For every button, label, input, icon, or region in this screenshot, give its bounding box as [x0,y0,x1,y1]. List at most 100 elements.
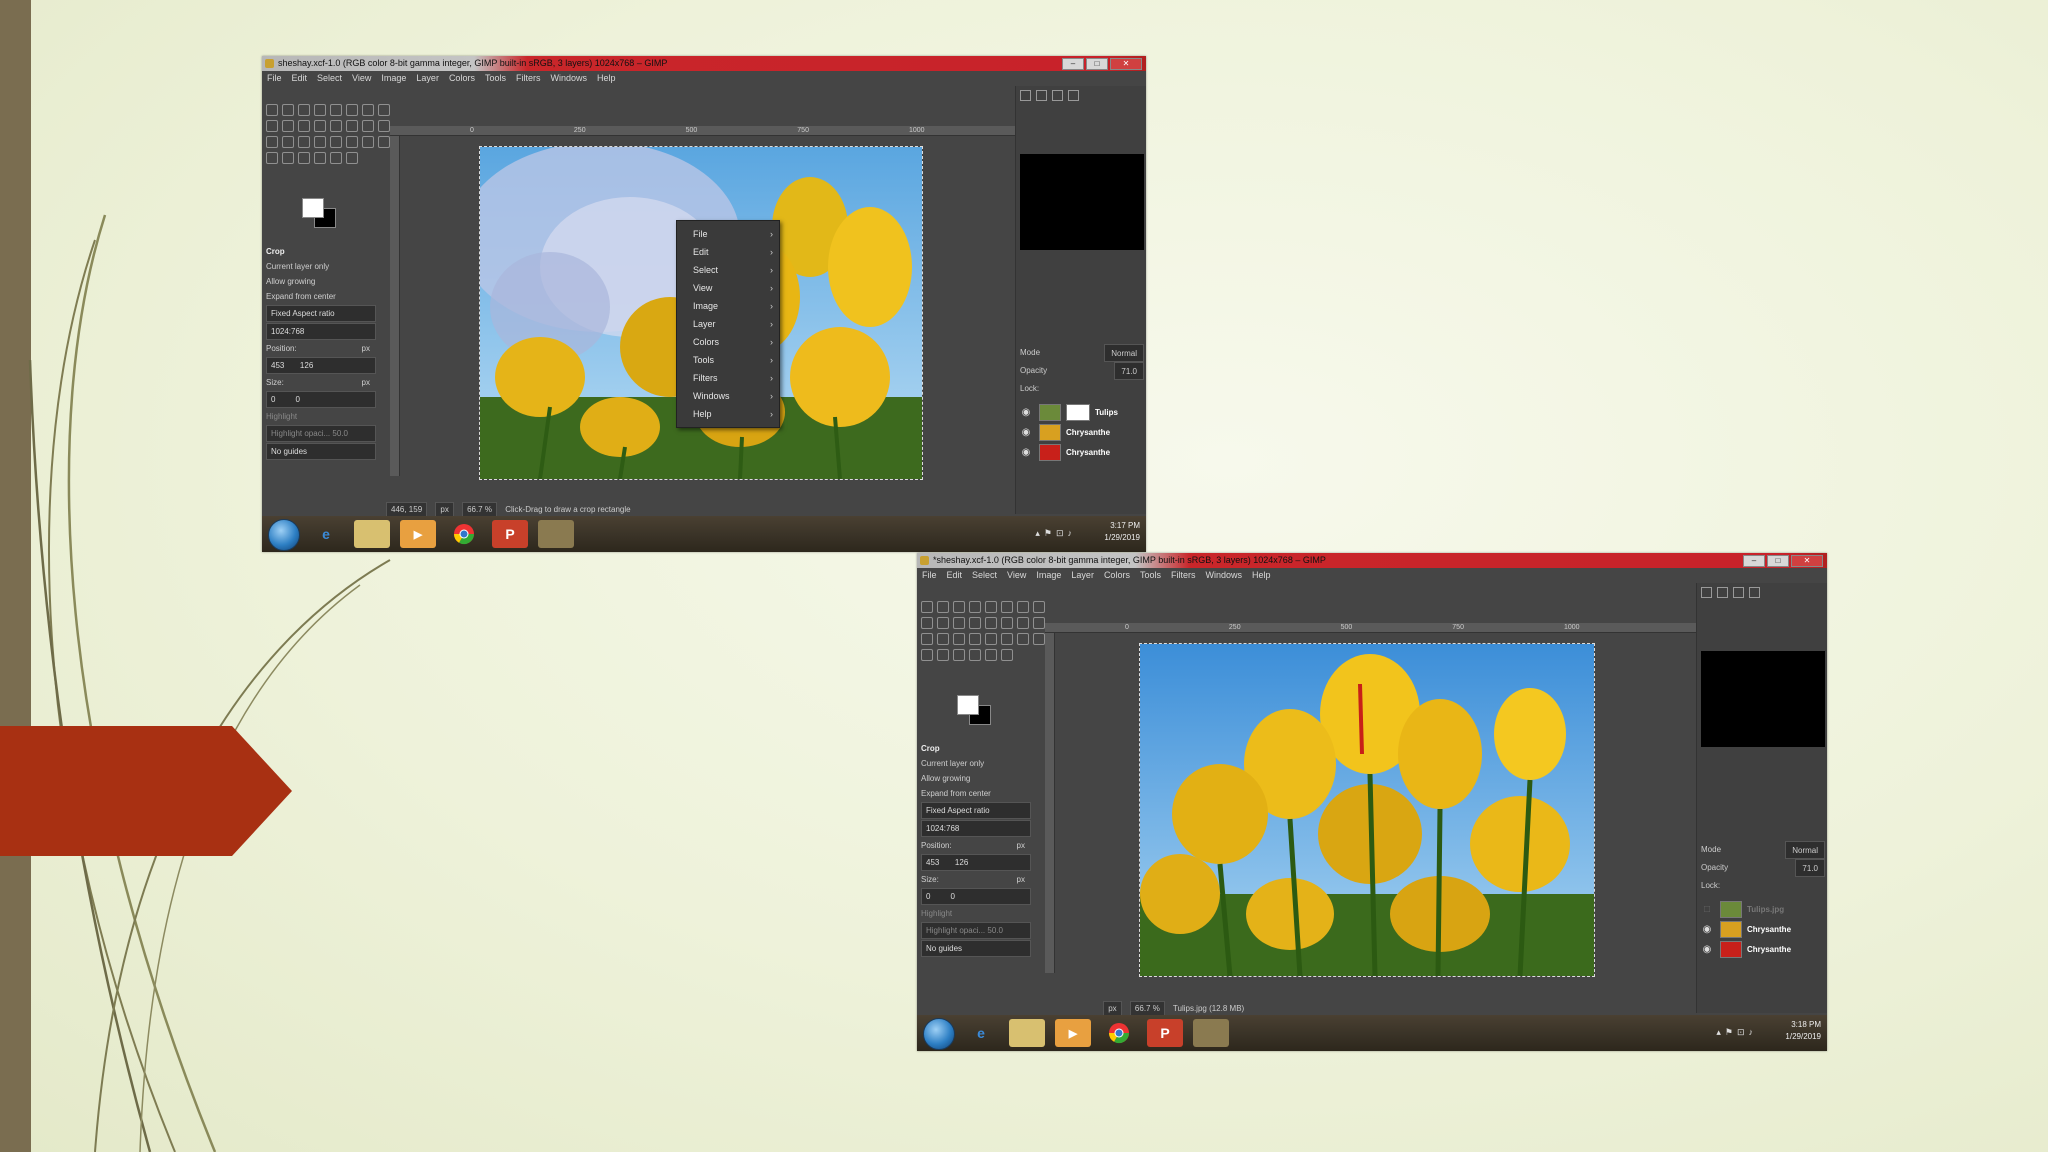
tool-icon[interactable] [282,120,294,132]
tool-icon[interactable] [362,136,374,148]
menu-filters[interactable]: Filters [516,71,541,86]
ie-icon[interactable]: e [308,520,344,548]
tool-icon[interactable] [921,649,933,661]
ctx-colors[interactable]: Colors [677,333,779,351]
tool-icon[interactable] [330,120,342,132]
tool-icon[interactable] [921,617,933,629]
tool-icon[interactable] [969,601,981,613]
current-layer-only-checkbox[interactable]: Current layer only [266,259,376,274]
foreground-color[interactable] [302,198,324,218]
tool-icon[interactable] [953,649,965,661]
ctx-filters[interactable]: Filters [677,369,779,387]
media-player-icon[interactable]: ▶ [400,520,436,548]
fixed-aspect-dropdown[interactable]: Fixed Aspect ratio [266,305,376,322]
tool-icon[interactable] [346,120,358,132]
highlight-opacity-slider[interactable]: Highlight opaci... 50.0 [921,922,1031,939]
size-fields[interactable]: 0 0 [921,888,1031,905]
tool-icon[interactable] [1033,601,1045,613]
hidden-eye-icon[interactable]: □ [1699,904,1715,915]
tool-icon[interactable] [346,152,358,164]
layer-row[interactable]: ◉ Chrysanthe [1699,939,1825,959]
close-button[interactable]: ✕ [1110,58,1142,70]
tool-icon[interactable] [937,649,949,661]
ctx-file[interactable]: File [677,225,779,243]
tool-icon[interactable] [969,633,981,645]
crop-tool-icon[interactable] [969,617,981,629]
chrome-icon[interactable] [446,520,482,548]
size-fields[interactable]: 0 0 [266,391,376,408]
ctx-edit[interactable]: Edit [677,243,779,261]
powerpoint-icon[interactable]: P [1147,1019,1183,1047]
tool-icon[interactable] [1033,633,1045,645]
gimp-taskbar-icon[interactable] [1193,1019,1229,1047]
menu-windows[interactable]: Windows [550,71,587,86]
ctx-help[interactable]: Help [677,405,779,423]
tool-icon[interactable] [330,136,342,148]
tool-icon[interactable] [314,152,326,164]
tool-icon[interactable] [1001,649,1013,661]
tool-icon[interactable] [362,120,374,132]
tool-icon[interactable] [378,120,390,132]
expand-from-center-checkbox[interactable]: Expand from center [921,786,1031,801]
layer-row[interactable]: ◉ Chrysanthe [1018,422,1144,442]
gradient-icon[interactable] [1052,90,1063,101]
tool-icon[interactable] [282,104,294,116]
menu-view[interactable]: View [1007,568,1026,583]
tool-icon[interactable] [282,136,294,148]
position-fields[interactable]: 453 126 [921,854,1031,871]
chrome-icon[interactable] [1101,1019,1137,1047]
tool-icon[interactable] [314,104,326,116]
tool-icon[interactable] [937,617,949,629]
ctx-image[interactable]: Image [677,297,779,315]
image-canvas-tulips[interactable] [1139,643,1595,977]
layer-row[interactable]: ◉ Tulips [1018,402,1144,422]
position-fields[interactable]: 453 126 [266,357,376,374]
aspect-ratio-field[interactable]: 1024:768 [921,820,1031,837]
media-player-icon[interactable]: ▶ [1055,1019,1091,1047]
menu-image[interactable]: Image [381,71,406,86]
menu-select[interactable]: Select [317,71,342,86]
gimp-taskbar-icon[interactable] [538,520,574,548]
highlight-checkbox[interactable]: Highlight [266,409,376,424]
tool-icon[interactable] [298,120,310,132]
brush-icon[interactable] [1020,90,1031,101]
opacity-field[interactable]: 71.0 [1114,362,1144,380]
menu-layer[interactable]: Layer [1071,568,1094,583]
menu-help[interactable]: Help [597,71,616,86]
tool-icon[interactable] [1033,617,1045,629]
tool-icon[interactable] [985,601,997,613]
menu-tools[interactable]: Tools [1140,568,1161,583]
layer-row[interactable]: ◉ Chrysanthe [1018,442,1144,462]
tool-icon[interactable] [362,104,374,116]
ctx-windows[interactable]: Windows [677,387,779,405]
highlight-checkbox[interactable]: Highlight [921,906,1031,921]
minimize-button[interactable]: – [1062,58,1084,70]
eye-icon[interactable]: ◉ [1699,944,1715,955]
maximize-button[interactable]: □ [1086,58,1108,70]
tool-icon[interactable] [953,601,965,613]
tool-icon[interactable] [346,136,358,148]
guides-dropdown[interactable]: No guides [921,940,1031,957]
tool-icon[interactable] [985,633,997,645]
allow-growing-checkbox[interactable]: Allow growing [266,274,376,289]
allow-growing-checkbox[interactable]: Allow growing [921,771,1031,786]
ctx-tools[interactable]: Tools [677,351,779,369]
ctx-select[interactable]: Select [677,261,779,279]
fg-bg-color-swatch[interactable] [302,198,336,228]
tool-icon[interactable] [953,633,965,645]
tool-icon[interactable] [330,152,342,164]
tool-icon[interactable] [266,120,278,132]
tool-icon[interactable] [378,104,390,116]
menu-edit[interactable]: Edit [292,71,308,86]
powerpoint-icon[interactable]: P [492,520,528,548]
mode-dropdown[interactable]: Normal [1785,841,1825,859]
menu-file[interactable]: File [922,568,937,583]
current-layer-only-checkbox[interactable]: Current layer only [921,756,1031,771]
font-icon[interactable] [1749,587,1760,598]
tool-icon[interactable] [266,104,278,116]
tool-icon[interactable] [1001,601,1013,613]
eye-icon[interactable]: ◉ [1018,407,1034,418]
tool-icon[interactable] [298,136,310,148]
ie-icon[interactable]: e [963,1019,999,1047]
tool-icon[interactable] [298,152,310,164]
